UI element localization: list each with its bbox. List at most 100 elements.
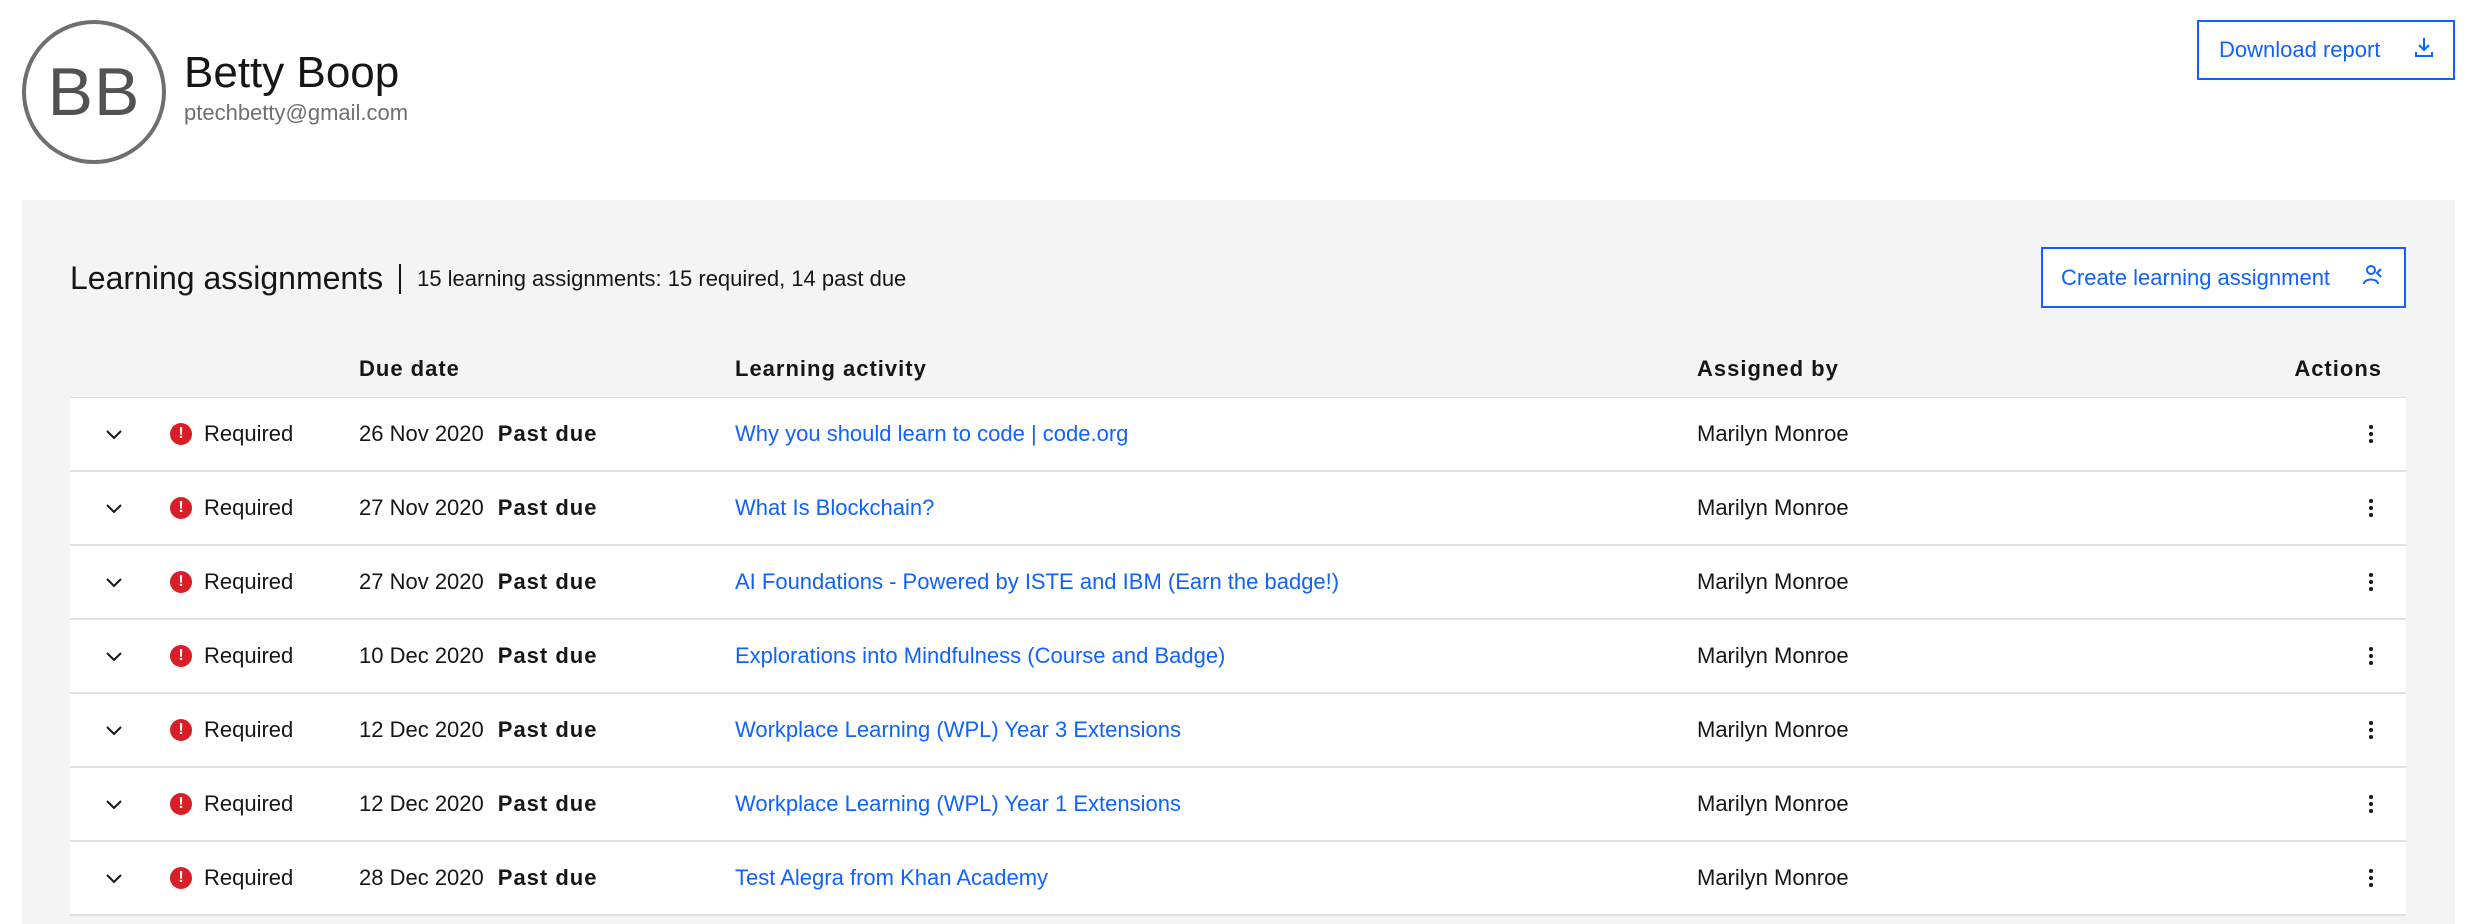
overflow-menu-icon <box>2369 869 2373 887</box>
expand-row-button[interactable] <box>94 842 134 914</box>
assignments-table: Due date Learning activity Assigned by A… <box>70 340 2406 916</box>
assigned-by-cell: Marilyn Monroe <box>1697 546 1849 618</box>
learning-activity-cell: AI Foundations - Powered by ISTE and IBM… <box>735 546 1339 618</box>
panel-header: Learning assignments 15 learning assignm… <box>70 260 906 297</box>
due-date: 27 Nov 2020 <box>359 569 484 594</box>
profile-header: BB Betty Boop ptechbetty@gmail.com <box>22 20 408 164</box>
learning-activity-cell: Workplace Learning (WPL) Year 1 Extensio… <box>735 768 1181 840</box>
overflow-menu-icon <box>2369 795 2373 813</box>
overflow-menu-icon <box>2369 573 2373 591</box>
column-header-due-date[interactable]: Due date <box>359 356 460 382</box>
table-row: ! Required 28 Dec 2020 Past due Test Ale… <box>70 842 2406 916</box>
table-body: ! Required 26 Nov 2020 Past due Why you … <box>70 398 2406 916</box>
overflow-menu-icon <box>2369 721 2373 739</box>
row-actions-button[interactable] <box>2356 472 2386 544</box>
required-cell: ! Required <box>170 694 293 766</box>
expand-row-button[interactable] <box>94 398 134 470</box>
required-label: Required <box>204 495 294 520</box>
due-date: 27 Nov 2020 <box>359 495 484 520</box>
learning-activity-cell: Workplace Learning (WPL) Year 3 Extensio… <box>735 694 1181 766</box>
panel-title: Learning assignments <box>70 260 384 296</box>
due-date-cell: 27 Nov 2020 Past due <box>359 472 597 544</box>
past-due-label: Past due <box>497 717 598 742</box>
table-row: ! Required 26 Nov 2020 Past due Why you … <box>70 398 2406 472</box>
required-label: Required <box>204 643 294 668</box>
expand-row-button[interactable] <box>94 472 134 544</box>
overflow-menu-icon <box>2369 425 2373 443</box>
required-cell: ! Required <box>170 768 293 840</box>
row-actions-button[interactable] <box>2356 768 2386 840</box>
row-actions-button[interactable] <box>2356 398 2386 470</box>
profile-info: Betty Boop ptechbetty@gmail.com <box>184 47 408 127</box>
learning-activity-link[interactable]: What Is Blockchain? <box>735 495 934 521</box>
error-icon: ! <box>170 645 192 667</box>
title-separator <box>399 263 402 294</box>
past-due-label: Past due <box>497 421 598 446</box>
download-report-button[interactable]: Download report <box>2197 20 2455 80</box>
learning-activity-link[interactable]: Explorations into Mindfulness (Course an… <box>735 643 1225 669</box>
row-actions-button[interactable] <box>2356 694 2386 766</box>
chevron-down-icon <box>105 865 123 891</box>
expand-row-button[interactable] <box>94 694 134 766</box>
due-date-cell: 27 Nov 2020 Past due <box>359 546 597 618</box>
assignments-summary: 15 learning assignments: 15 required, 14… <box>417 265 907 291</box>
overflow-menu-icon <box>2369 499 2373 517</box>
avatar: BB <box>22 20 166 164</box>
column-header-learning-activity[interactable]: Learning activity <box>735 356 927 382</box>
error-icon: ! <box>170 497 192 519</box>
required-cell: ! Required <box>170 398 293 470</box>
row-actions-button[interactable] <box>2356 546 2386 618</box>
expand-row-button[interactable] <box>94 768 134 840</box>
learning-activity-link[interactable]: Workplace Learning (WPL) Year 3 Extensio… <box>735 717 1181 743</box>
required-cell: ! Required <box>170 546 293 618</box>
due-date: 26 Nov 2020 <box>359 421 484 446</box>
assigned-by-name: Marilyn Monroe <box>1697 421 1849 446</box>
due-date: 28 Dec 2020 <box>359 865 484 890</box>
assigned-by-cell: Marilyn Monroe <box>1697 768 1849 840</box>
expand-row-button[interactable] <box>94 546 134 618</box>
due-date-cell: 28 Dec 2020 Past due <box>359 842 597 914</box>
chevron-down-icon <box>105 569 123 595</box>
required-label: Required <box>204 569 294 594</box>
chevron-down-icon <box>105 717 123 743</box>
table-row: ! Required 12 Dec 2020 Past due Workplac… <box>70 694 2406 768</box>
past-due-label: Past due <box>497 643 598 668</box>
create-learning-assignment-button[interactable]: Create learning assignment <box>2041 247 2406 308</box>
required-label: Required <box>204 421 294 446</box>
assigned-by-name: Marilyn Monroe <box>1697 865 1849 890</box>
learning-activity-link[interactable]: Test Alegra from Khan Academy <box>735 865 1048 891</box>
row-actions-button[interactable] <box>2356 620 2386 692</box>
error-icon: ! <box>170 571 192 593</box>
assigned-by-name: Marilyn Monroe <box>1697 495 1849 520</box>
chevron-down-icon <box>105 643 123 669</box>
due-date: 12 Dec 2020 <box>359 791 484 816</box>
learning-activity-link[interactable]: Why you should learn to code | code.org <box>735 421 1128 447</box>
download-report-label: Download report <box>2219 37 2381 62</box>
chevron-down-icon <box>105 421 123 447</box>
create-learning-assignment-label: Create learning assignment <box>2061 264 2331 290</box>
table-row: ! Required 27 Nov 2020 Past due AI Found… <box>70 546 2406 620</box>
add-user-icon <box>2362 263 2386 293</box>
assigned-by-name: Marilyn Monroe <box>1697 569 1849 594</box>
learning-activity-link[interactable]: Workplace Learning (WPL) Year 1 Extensio… <box>735 791 1181 817</box>
due-date-cell: 12 Dec 2020 Past due <box>359 768 597 840</box>
error-icon: ! <box>170 793 192 815</box>
table-header: Due date Learning activity Assigned by A… <box>70 340 2406 398</box>
assigned-by-name: Marilyn Monroe <box>1697 791 1849 816</box>
due-date: 12 Dec 2020 <box>359 717 484 742</box>
assigned-by-cell: Marilyn Monroe <box>1697 694 1849 766</box>
past-due-label: Past due <box>497 495 598 520</box>
chevron-down-icon <box>105 495 123 521</box>
learning-activity-link[interactable]: AI Foundations - Powered by ISTE and IBM… <box>735 569 1339 595</box>
assigned-by-name: Marilyn Monroe <box>1697 717 1849 742</box>
due-date-cell: 10 Dec 2020 Past due <box>359 620 597 692</box>
error-icon: ! <box>170 867 192 889</box>
assigned-by-cell: Marilyn Monroe <box>1697 398 1849 470</box>
row-actions-button[interactable] <box>2356 842 2386 914</box>
assigned-by-cell: Marilyn Monroe <box>1697 842 1849 914</box>
expand-row-button[interactable] <box>94 620 134 692</box>
overflow-menu-icon <box>2369 647 2373 665</box>
table-row: ! Required 12 Dec 2020 Past due Workplac… <box>70 768 2406 842</box>
column-header-assigned-by[interactable]: Assigned by <box>1697 356 1839 382</box>
required-label: Required <box>204 717 294 742</box>
